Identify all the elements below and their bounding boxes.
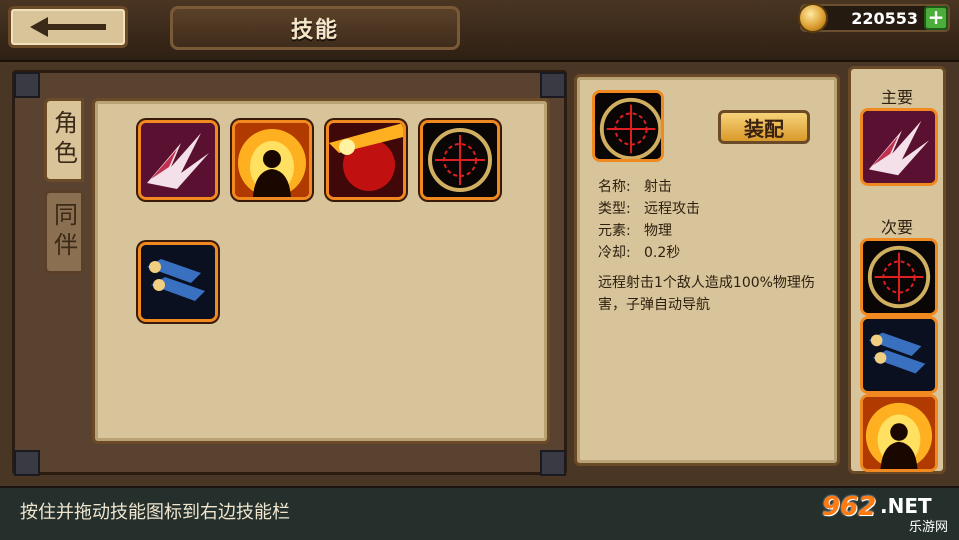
skill-fire-shield[interactable]: [326, 120, 406, 200]
skill-type-row: 类型: 远程攻击: [598, 198, 828, 218]
secondary-slot-3[interactable]: [860, 394, 938, 472]
secondary-slot-1[interactable]: [860, 238, 938, 316]
element-value: 物理: [644, 223, 672, 239]
cooldown-value: 0.2秒: [644, 245, 681, 261]
crosshair-icon: [863, 241, 935, 313]
red-shield-icon: [329, 123, 403, 197]
secondary-slot-2[interactable]: [860, 316, 938, 394]
skill-shoot[interactable]: [420, 120, 500, 200]
watermark-site-name: 乐游网: [908, 520, 948, 535]
skill-flame-aura[interactable]: [232, 120, 312, 200]
page-title: 技能: [170, 6, 460, 50]
equip-button[interactable]: 装配: [718, 110, 810, 144]
cooldown-label: 冷却:: [598, 245, 631, 261]
fire-silhouette-icon: [235, 123, 309, 197]
element-label: 元素:: [598, 223, 631, 239]
claw-slash-icon: [141, 123, 215, 197]
coin-value: 220553: [851, 9, 918, 28]
bullets-icon: [141, 245, 215, 319]
coin-icon: [798, 3, 828, 33]
frame-corner: [540, 72, 566, 98]
drag-hint-text: 按住并拖动技能图标到右边技能栏: [20, 502, 290, 523]
frame-corner: [540, 450, 566, 476]
add-coins-button[interactable]: +: [924, 6, 948, 30]
tab-partner[interactable]: 同伴: [44, 190, 84, 274]
tab-role[interactable]: 角色: [44, 98, 84, 182]
frame-corner: [14, 72, 40, 98]
claw-slash-icon: [863, 111, 935, 183]
type-value: 远程攻击: [644, 201, 700, 217]
frame-corner: [14, 450, 40, 476]
bullets-icon: [863, 319, 935, 391]
watermark-net: .NET: [880, 494, 932, 518]
skill-missile[interactable]: [138, 242, 218, 322]
fire-silhouette-icon: [863, 397, 935, 469]
skill-slash[interactable]: [138, 120, 218, 200]
name-label: 名称:: [598, 179, 631, 195]
coin-counter: 220553 +: [798, 3, 950, 33]
primary-slot[interactable]: [860, 108, 938, 186]
primary-slot-label: 主要: [880, 88, 913, 107]
back-button[interactable]: [8, 6, 128, 48]
crosshair-icon: [595, 93, 661, 159]
back-arrow-icon: [30, 17, 106, 37]
skill-element-row: 元素: 物理: [598, 220, 828, 240]
skill-description: 远程射击1个敌人造成100%物理伤害，子弹自动导航: [598, 275, 815, 313]
type-label: 类型:: [598, 201, 631, 217]
secondary-slot-label: 次要: [880, 218, 913, 237]
skill-name-row: 名称: 射击: [598, 176, 828, 196]
selected-skill-icon: [592, 90, 664, 162]
crosshair-icon: [423, 123, 497, 197]
name-value: 射击: [644, 179, 672, 195]
skill-cooldown-row: 冷却: 0.2秒: [598, 242, 828, 262]
